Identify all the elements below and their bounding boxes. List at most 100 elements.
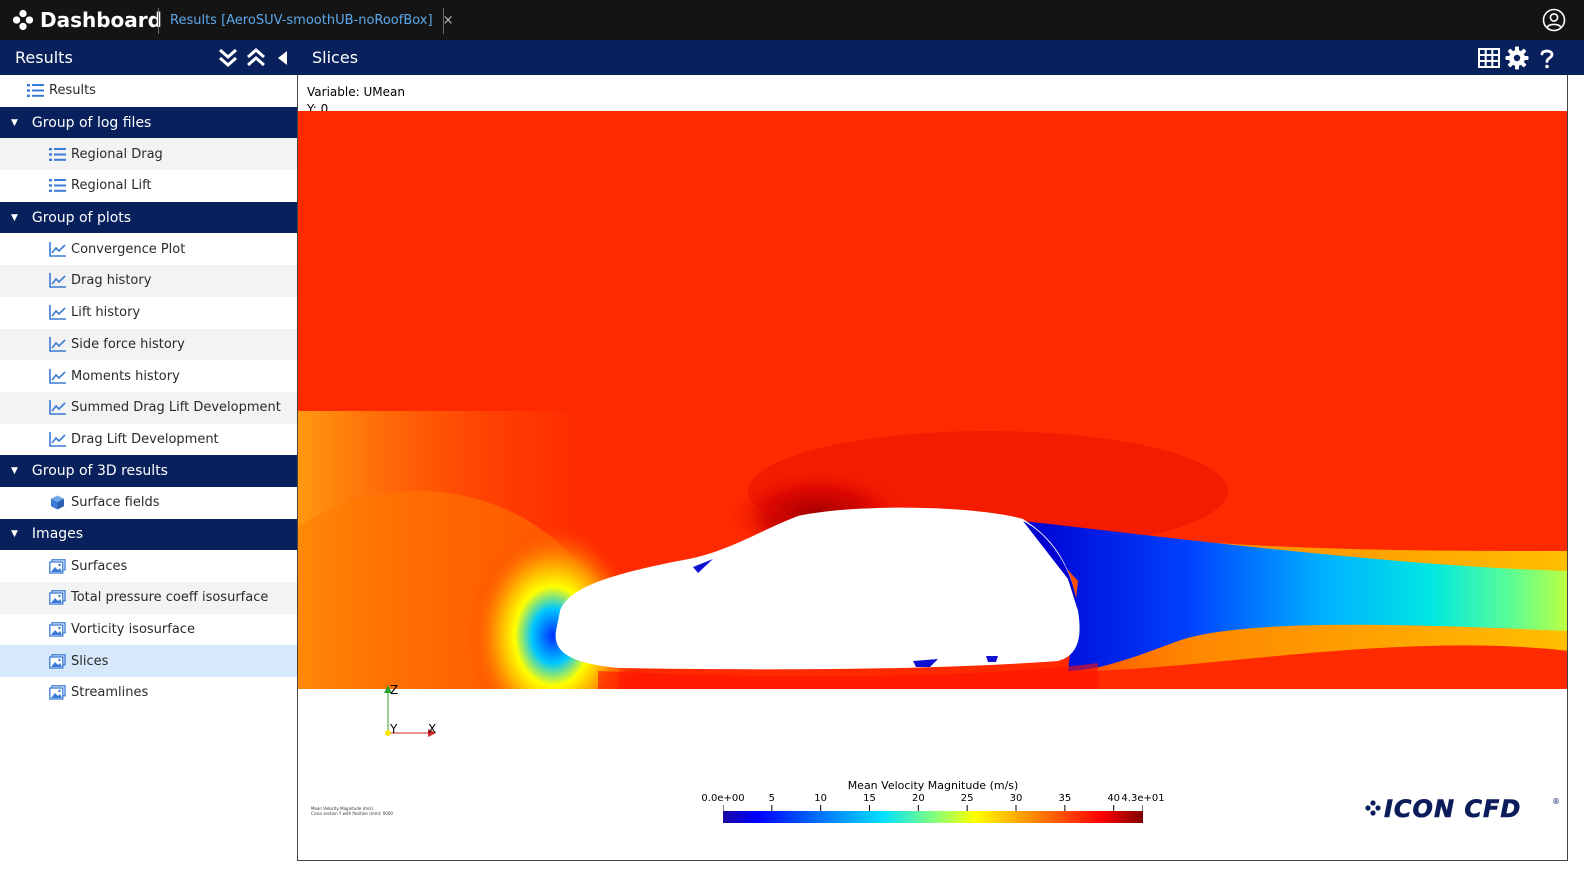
tree-item-surface-fields[interactable]: Surface fields xyxy=(0,487,297,519)
tree-item-label: Side force history xyxy=(71,336,185,352)
image-caption: Mean Velocity Magnitude (m/s) Cross sect… xyxy=(311,806,393,816)
image-icon xyxy=(49,558,66,574)
viewer-panel-title: Slices xyxy=(312,48,359,67)
app-window: Dashboard Results [AeroSUV-smoothUB-noRo… xyxy=(0,0,1584,870)
tab-results[interactable]: Results [AeroSUV-smoothUB-noRoofBox] × xyxy=(170,0,453,40)
tree-item-label: Slices xyxy=(71,653,109,669)
list-icon xyxy=(27,84,44,98)
viewer-panel-header: Slices xyxy=(297,40,1584,75)
tree-item-regional-drag[interactable]: Regional Drag xyxy=(0,138,297,171)
caret-down-icon: ▼ xyxy=(11,529,18,540)
legend-tick-label: 20 xyxy=(911,793,925,804)
logo-registered-mark: ® xyxy=(1552,797,1559,806)
tree-group-log-files[interactable]: ▼ Group of log files xyxy=(0,106,297,139)
cube-icon xyxy=(51,495,64,510)
tree-group-label: Group of 3D results xyxy=(31,463,168,480)
tree-item-label: Summed Drag Lift Development xyxy=(71,400,281,416)
grid-icon[interactable] xyxy=(1477,46,1501,70)
results-tree: Results ▼ Group of log files Regional Dr… xyxy=(0,75,297,870)
legend-tick-label: 25 xyxy=(960,793,974,804)
tree-item-label: Surface fields xyxy=(71,495,160,511)
results-panel-title: Results xyxy=(15,48,73,67)
slice-viewer[interactable]: Variable: UMean Y: 0 Z Y X Mean Velocity… xyxy=(297,75,1568,861)
list-icon xyxy=(49,179,66,193)
tree-group-label: Group of plots xyxy=(31,209,132,226)
tree-item-lift-history[interactable]: Lift history xyxy=(0,297,297,329)
tree-item-side-force-history[interactable]: Side force history xyxy=(0,328,297,361)
legend-color-bar xyxy=(723,811,1143,823)
help-icon[interactable] xyxy=(1535,46,1559,70)
tree-item-regional-lift[interactable]: Regional Lift xyxy=(0,170,297,202)
tab-divider xyxy=(158,8,159,34)
tree-item-label: Regional Drag xyxy=(71,146,163,162)
tree-group-3d-results[interactable]: ▼ Group of 3D results xyxy=(0,455,297,487)
legend-tick-label: 30 xyxy=(1009,793,1023,804)
tree-group-plots[interactable]: ▼ Group of plots xyxy=(0,201,297,234)
tab-results-label: Results [AeroSUV-smoothUB-noRoofBox] xyxy=(170,12,433,28)
double-chevron-up-icon[interactable] xyxy=(245,47,267,69)
axis-label-y: Y xyxy=(389,722,398,736)
caret-down-icon: ▼ xyxy=(11,466,18,477)
tree-group-images[interactable]: ▼ Images xyxy=(0,518,297,551)
tree-item-surfaces[interactable]: Surfaces xyxy=(0,550,297,582)
image-icon xyxy=(49,590,66,605)
top-bar: Dashboard Results [AeroSUV-smoothUB-noRo… xyxy=(0,0,1584,40)
tree-item-results-root[interactable]: Results xyxy=(0,75,297,107)
line-chart-icon xyxy=(49,241,66,257)
tree-item-label: Drag history xyxy=(71,273,152,289)
image-icon xyxy=(49,653,66,669)
tree-item-total-pressure-coeff-isosurface[interactable]: Total pressure coeff isosurface xyxy=(0,582,297,614)
axis-label-x: X xyxy=(428,722,436,736)
tab-close-icon[interactable]: × xyxy=(443,13,454,28)
legend-max-label: 4.3e+01 xyxy=(1121,793,1165,804)
tree-item-convergence-plot[interactable]: Convergence Plot xyxy=(0,233,297,265)
line-chart-icon xyxy=(49,400,66,416)
legend-title: Mean Velocity Magnitude (m/s) xyxy=(847,779,1019,792)
tree-item-label: Results xyxy=(49,83,96,99)
tab-divider-end xyxy=(443,8,444,34)
legend-tick-label: 35 xyxy=(1058,793,1072,804)
line-chart-icon xyxy=(49,431,66,447)
orientation-axes: Z Y X xyxy=(384,683,436,737)
results-panel-header: Results xyxy=(0,40,297,75)
image-icon xyxy=(49,685,66,701)
tree-item-summed-drag-lift-development[interactable]: Summed Drag Lift Development xyxy=(0,391,297,424)
caret-down-icon: ▼ xyxy=(11,117,18,128)
collapse-panel-icon[interactable] xyxy=(272,47,294,69)
user-circle-icon[interactable] xyxy=(1542,8,1566,32)
tree-item-label: Vorticity isosurface xyxy=(71,622,195,638)
dashboard-title: Dashboard xyxy=(40,8,162,32)
legend-tick-label: 10 xyxy=(814,793,828,804)
image-icon xyxy=(49,622,66,637)
line-chart-icon xyxy=(49,336,66,352)
tree-item-label: Total pressure coeff isosurface xyxy=(71,590,269,606)
dashboard-brand[interactable]: Dashboard xyxy=(12,0,162,40)
tree-item-drag-history[interactable]: Drag history xyxy=(0,265,297,297)
legend-tick-label: 15 xyxy=(863,793,876,804)
tree-item-slices[interactable]: Slices xyxy=(0,645,297,678)
flower-logo-icon xyxy=(12,9,34,31)
caret-down-icon: ▼ xyxy=(11,212,18,223)
gear-icon[interactable] xyxy=(1505,46,1529,70)
tree-item-vorticity-isosurface[interactable]: Vorticity isosurface xyxy=(0,614,297,646)
legend-min-label: 0.0e+00 xyxy=(701,793,745,804)
tree-item-label: Lift history xyxy=(71,305,141,321)
tree-item-label: Moments history xyxy=(71,368,180,384)
tree-item-moments-history[interactable]: Moments history xyxy=(0,360,297,392)
line-chart-icon xyxy=(49,273,66,289)
color-legend: Mean Velocity Magnitude (m/s) 0.0e+00 5 … xyxy=(701,777,1165,827)
legend-tick-label: 40 xyxy=(1107,793,1121,804)
tree-item-drag-lift-development[interactable]: Drag Lift Development xyxy=(0,424,297,456)
tree-item-label: Surfaces xyxy=(71,558,128,574)
tree-item-label: Regional Lift xyxy=(71,178,152,194)
tree-item-streamlines[interactable]: Streamlines xyxy=(0,677,297,709)
double-chevron-down-icon[interactable] xyxy=(217,47,239,69)
iconcfd-logo: ICON CFD ® xyxy=(1365,795,1559,821)
caption-line: Cross section Y with Position (mm): 0000 xyxy=(311,811,393,816)
variable-name: Variable: UMean xyxy=(307,85,405,99)
tree-item-label: Streamlines xyxy=(71,685,149,701)
line-chart-icon xyxy=(49,368,66,384)
tree-group-label: Images xyxy=(31,526,84,543)
logo-text: ICON CFD xyxy=(1384,795,1521,821)
line-chart-icon xyxy=(49,305,66,320)
